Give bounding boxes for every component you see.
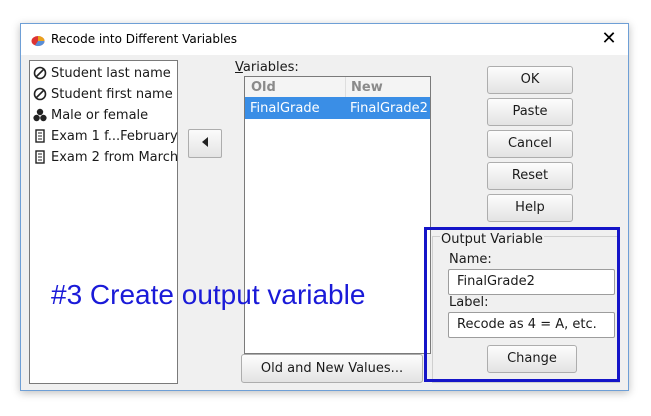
close-icon[interactable]: ✕ [598,28,620,50]
variable-label: Student last name [51,65,171,81]
variable-label: Exam 2 from March [51,149,179,165]
variables-table[interactable]: Old New FinalGrade FinalGrade2 [244,76,431,354]
column-header-old: Old [251,80,276,95]
reset-button[interactable]: Reset [487,162,573,190]
list-item[interactable]: Exam 1 f...February [32,126,178,146]
variable-label: Student first name [51,86,173,102]
app-icon [31,36,45,47]
variable-label: Exam 1 f...February [51,128,178,144]
source-variable-list[interactable]: Student last name Student first name Mal… [29,60,178,384]
scale-variable-icon [32,149,48,165]
scale-variable-icon [32,128,48,144]
table-row[interactable]: FinalGrade FinalGrade2 [245,97,430,119]
string-variable-icon [32,86,48,102]
list-item[interactable]: Exam 2 from March [32,147,178,167]
list-item[interactable]: Student first name [32,84,173,104]
arrow-left-icon [201,136,209,151]
variable-label: Male or female [51,107,149,123]
cancel-button[interactable]: Cancel [487,130,573,158]
paste-button[interactable]: Paste [487,98,573,126]
help-button[interactable]: Help [487,194,573,222]
title-bar: Recode into Different Variables ✕ [21,24,628,55]
old-variable-cell: FinalGrade [250,101,320,116]
list-item[interactable]: Male or female [32,105,148,125]
table-header: Old New [245,77,430,98]
column-header-new: New [351,80,383,95]
variables-label: Variables: [235,60,299,75]
list-item[interactable]: Student last name [32,63,171,83]
window-title: Recode into Different Variables [51,32,237,46]
string-variable-icon [32,65,48,81]
column-divider [345,77,346,97]
old-and-new-values-button[interactable]: Old and New Values... [241,354,423,383]
annotation-text: #3 Create output variable [51,279,366,310]
move-variable-button[interactable] [188,129,222,158]
annotation-highlight-box [424,227,620,382]
nominal-variable-icon [32,107,48,123]
ok-button[interactable]: OK [487,66,573,94]
new-variable-cell: FinalGrade2 [350,101,428,116]
